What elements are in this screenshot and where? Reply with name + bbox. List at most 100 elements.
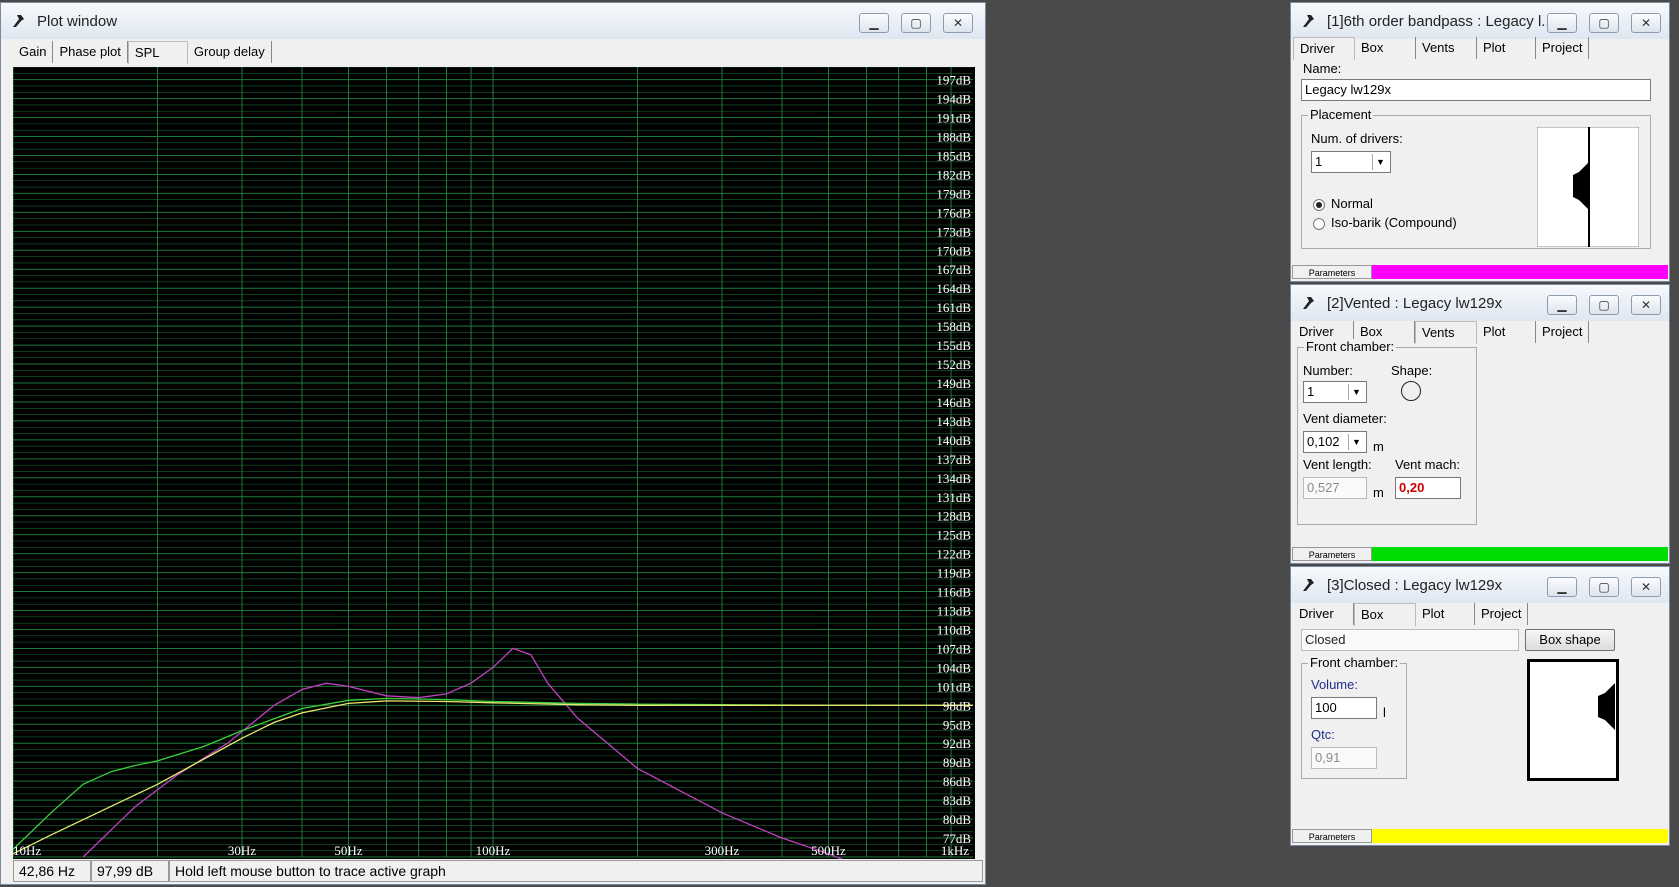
y-tick-label: 152dB xyxy=(936,357,971,372)
tab-project[interactable]: Project xyxy=(1536,321,1590,343)
y-tick-label: 119dB xyxy=(937,566,972,581)
qtc-label: Qtc: xyxy=(1311,727,1335,742)
tab-box[interactable]: Box xyxy=(1354,603,1416,626)
parameters-bar: Parameters xyxy=(1292,829,1668,843)
num-drivers-value: 1 xyxy=(1315,154,1323,169)
shape-label: Shape: xyxy=(1391,363,1433,378)
win2-titlebar[interactable]: [2]Vented : Legacy lw129x ▁ ▢ ✕ xyxy=(1291,285,1669,321)
volume-field[interactable]: 100 xyxy=(1311,697,1377,719)
tab-project[interactable]: Project xyxy=(1536,37,1590,59)
tab-driver[interactable]: Driver xyxy=(1293,37,1355,60)
tab-phase-plot[interactable]: Phase plot xyxy=(53,41,128,63)
tab-driver[interactable]: Driver xyxy=(1293,603,1354,625)
close-button[interactable]: ✕ xyxy=(1631,295,1661,315)
tab-vents[interactable]: Vents xyxy=(1415,321,1477,344)
close-button[interactable]: ✕ xyxy=(1631,13,1661,33)
front-chamber-label: Front chamber: xyxy=(1304,339,1397,354)
app-icon xyxy=(13,15,24,27)
vent-diameter-dropdown[interactable]: 0,102 ▼ xyxy=(1303,431,1367,453)
close-button[interactable]: ✕ xyxy=(1631,577,1661,597)
tab-gain[interactable]: Gain xyxy=(13,41,54,63)
qtc-field: 0,91 xyxy=(1311,747,1377,769)
vent-number-dropdown[interactable]: 1 ▼ xyxy=(1303,381,1367,403)
y-tick-label: 191dB xyxy=(936,111,971,126)
chevron-down-icon: ▼ xyxy=(1348,384,1364,400)
maximize-button[interactable]: ▢ xyxy=(901,13,931,33)
radio-iso-barik[interactable] xyxy=(1313,218,1325,230)
y-tick-label: 122dB xyxy=(936,547,971,562)
y-tick-label: 89dB xyxy=(943,755,972,770)
name-label: Name: xyxy=(1303,61,1342,76)
win3-tabs: Driver Box Plot Project xyxy=(1293,603,1529,626)
maximize-button[interactable]: ▢ xyxy=(1589,577,1619,597)
y-tick-label: 131dB xyxy=(936,490,971,505)
y-tick-label: 149dB xyxy=(936,376,971,391)
plot-window-titlebar[interactable]: Plot window ▁ ▢ ✕ xyxy=(1,3,985,39)
app-icon xyxy=(1303,297,1314,309)
x-tick-label: 1kHz xyxy=(941,843,969,858)
close-button[interactable]: ✕ xyxy=(943,13,973,33)
minimize-button[interactable]: ▁ xyxy=(859,13,889,33)
y-tick-label: 176dB xyxy=(936,205,971,220)
y-tick-label: 197dB xyxy=(936,73,971,88)
y-tick-label: 164dB xyxy=(936,281,971,296)
driver-name-field[interactable]: Legacy lw129x xyxy=(1301,79,1651,101)
y-tick-label: 107dB xyxy=(936,641,971,656)
y-tick-label: 161dB xyxy=(936,300,971,315)
y-tick-label: 110dB xyxy=(937,622,972,637)
minimize-button[interactable]: ▁ xyxy=(1547,295,1577,315)
vent-diameter-value: 0,102 xyxy=(1307,434,1340,449)
tab-plot[interactable]: Plot xyxy=(1477,37,1536,59)
box-type-field: Closed xyxy=(1301,629,1519,651)
y-tick-label: 80dB xyxy=(943,812,972,827)
y-tick-label: 179dB xyxy=(936,186,971,201)
status-bar: 42,86 Hz 97,99 dB Hold left mouse button… xyxy=(13,860,983,882)
chevron-down-icon: ▼ xyxy=(1372,154,1388,170)
vent-length-label: Vent length: xyxy=(1303,457,1372,472)
x-tick-label: 10Hz xyxy=(13,843,41,858)
x-tick-label: 300Hz xyxy=(705,843,740,858)
parameters-bar: Parameters xyxy=(1292,265,1668,279)
win2-title: [2]Vented : Legacy lw129x xyxy=(1327,295,1503,312)
spl-chart[interactable]: 197dB 194dB 191dB 188dB 185dB 182dB 179dB 176dB… xyxy=(13,67,975,859)
plot-window: Plot window ▁ ▢ ✕ Gain Phase plot SPL Gr… xyxy=(0,2,986,885)
tab-plot[interactable]: Plot xyxy=(1416,603,1475,625)
vent-length-field[interactable]: 0,527 xyxy=(1303,477,1367,499)
radio-normal-label[interactable]: Normal xyxy=(1331,196,1373,211)
win1-titlebar[interactable]: [1]6th order bandpass : Legacy l... ▁ ▢ … xyxy=(1291,3,1669,39)
y-tick-label: 125dB xyxy=(936,528,971,543)
tab-vents[interactable]: Vents xyxy=(1416,37,1477,59)
y-tick-label: 104dB xyxy=(936,660,971,675)
driver-placement-diagram xyxy=(1537,127,1639,247)
status-level: 97,99 dB xyxy=(91,860,169,882)
win3-titlebar[interactable]: [3]Closed : Legacy lw129x ▁ ▢ ✕ xyxy=(1291,567,1669,603)
parameters-label[interactable]: Parameters xyxy=(1292,265,1372,279)
tab-box[interactable]: Box xyxy=(1355,37,1416,59)
vent-diameter-unit: m xyxy=(1373,439,1384,454)
vented-window-2: [2]Vented : Legacy lw129x ▁ ▢ ✕ Driver B… xyxy=(1290,284,1670,564)
tab-project[interactable]: Project xyxy=(1475,603,1529,625)
parameters-label[interactable]: Parameters xyxy=(1292,829,1372,843)
x-tick-label: 30Hz xyxy=(228,843,256,858)
vent-length-unit: m xyxy=(1373,485,1384,500)
y-tick-label: 83dB xyxy=(943,793,972,808)
minimize-button[interactable]: ▁ xyxy=(1547,13,1577,33)
parameters-label[interactable]: Parameters xyxy=(1292,547,1372,561)
closed-box-diagram xyxy=(1527,659,1619,781)
y-tick-label: 188dB xyxy=(936,130,971,145)
radio-normal[interactable] xyxy=(1313,199,1325,211)
num-drivers-label: Num. of drivers: xyxy=(1311,131,1403,146)
y-tick-label: 170dB xyxy=(936,243,971,258)
radio-iso-barik-label[interactable]: Iso-barik (Compound) xyxy=(1331,215,1457,230)
tab-plot[interactable]: Plot xyxy=(1477,321,1536,343)
y-tick-label: 155dB xyxy=(936,338,971,353)
vent-shape-circle-icon[interactable] xyxy=(1401,381,1421,401)
tab-group-delay[interactable]: Group delay xyxy=(188,41,272,63)
tab-spl[interactable]: SPL xyxy=(127,41,188,64)
minimize-button[interactable]: ▁ xyxy=(1547,577,1577,597)
num-drivers-dropdown[interactable]: 1 ▼ xyxy=(1311,151,1391,173)
maximize-button[interactable]: ▢ xyxy=(1589,13,1619,33)
maximize-button[interactable]: ▢ xyxy=(1589,295,1619,315)
x-tick-label: 500Hz xyxy=(811,843,846,858)
box-shape-button[interactable]: Box shape xyxy=(1525,629,1615,651)
